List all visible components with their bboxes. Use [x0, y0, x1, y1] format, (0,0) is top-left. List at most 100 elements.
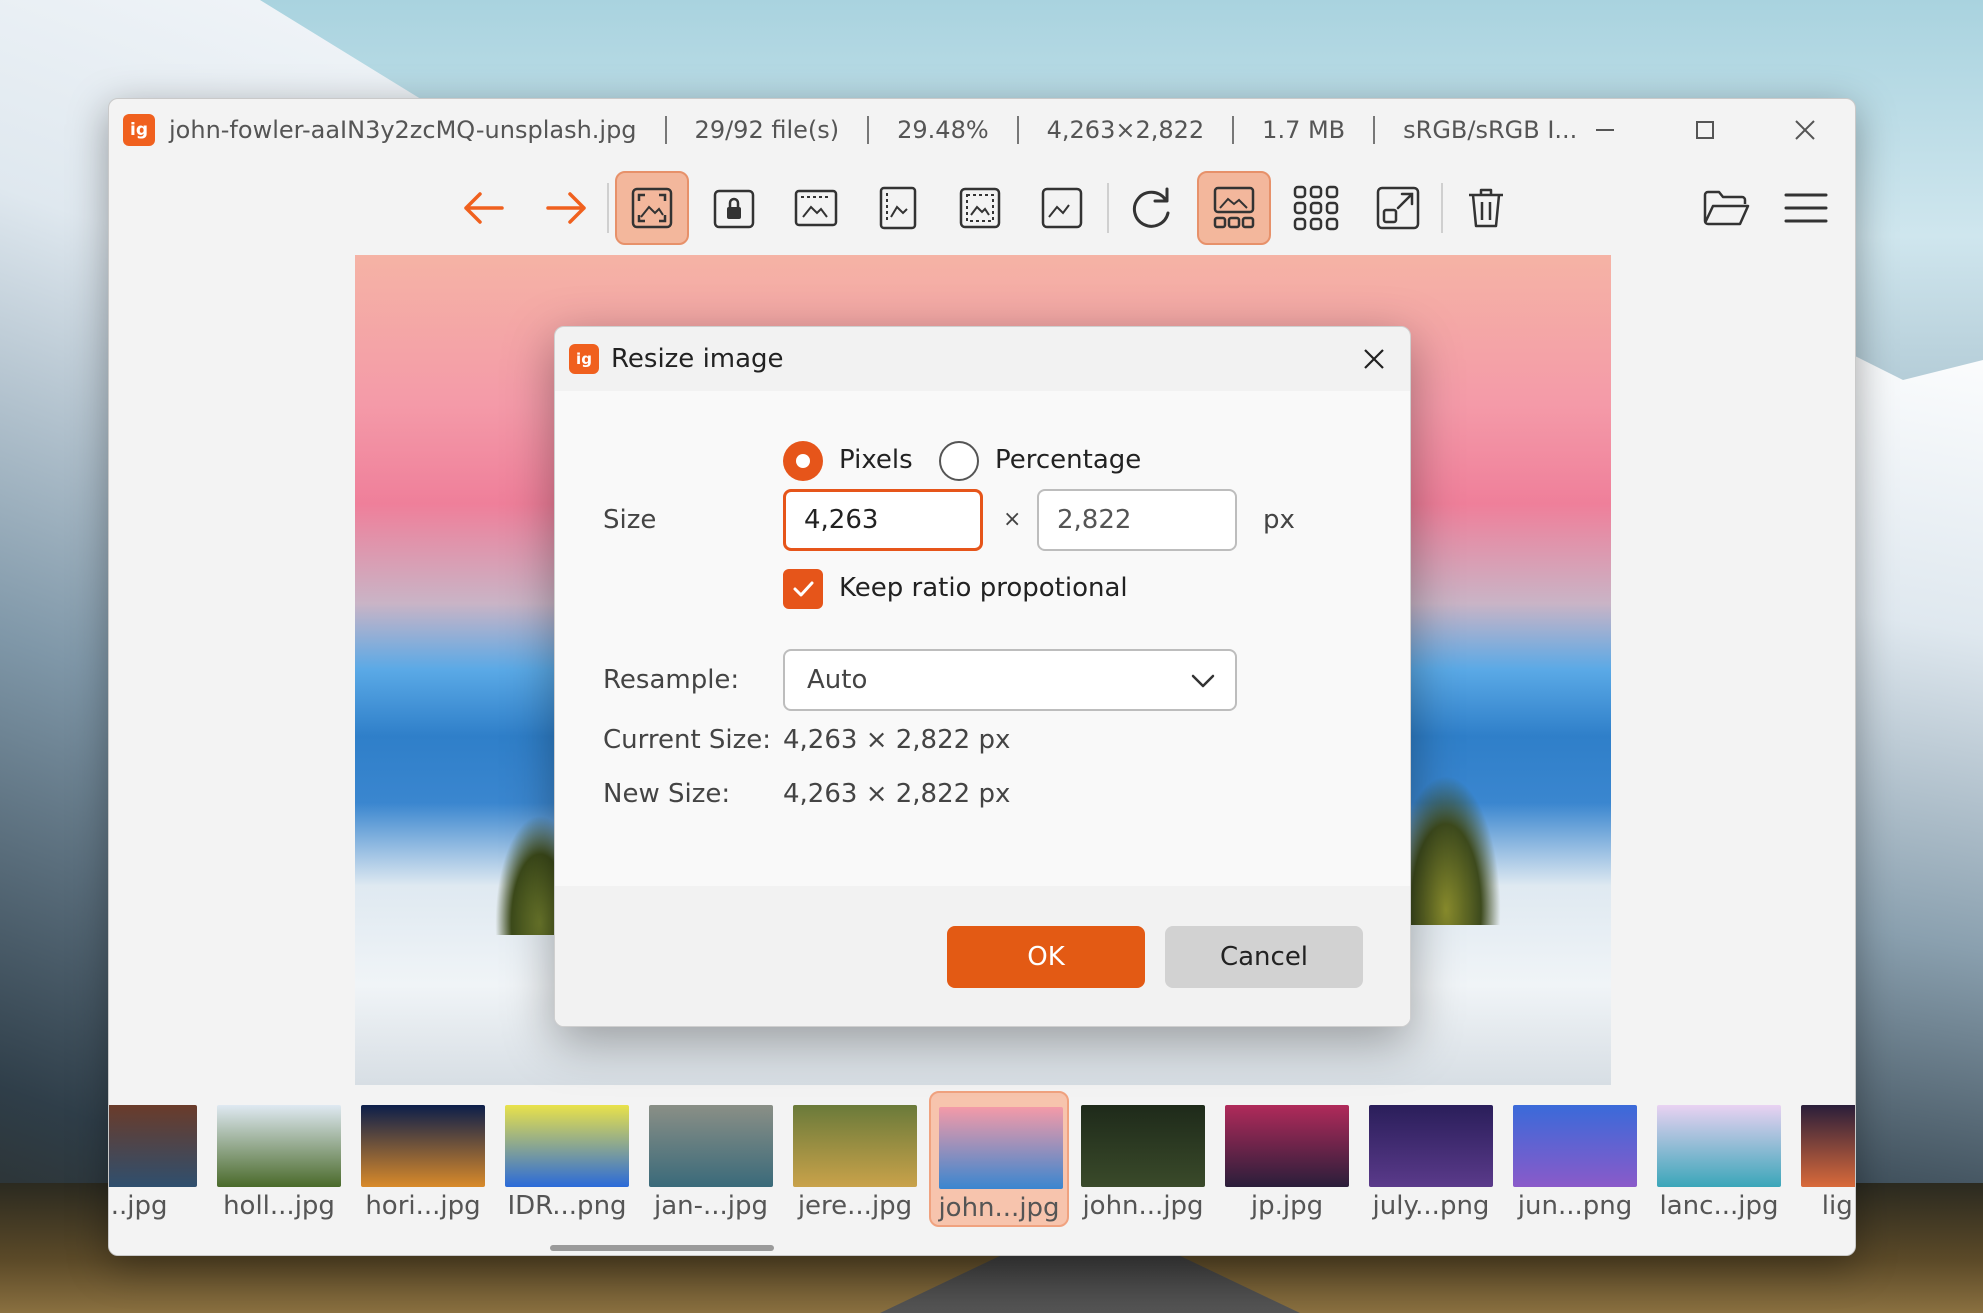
- previous-image-button[interactable]: [447, 171, 521, 245]
- main-menu-button[interactable]: [1769, 171, 1843, 245]
- scale-to-height-icon: [879, 186, 917, 230]
- percentage-radio[interactable]: [939, 441, 979, 481]
- close-icon: [1364, 349, 1384, 369]
- thumbnail-image: [1369, 1105, 1493, 1187]
- minimize-icon: [1596, 129, 1614, 131]
- actual-size-button[interactable]: [1025, 171, 1099, 245]
- lock-zoom-icon: [713, 189, 755, 229]
- file-size: 1.7 MB: [1262, 116, 1346, 144]
- delete-button[interactable]: [1449, 171, 1523, 245]
- thumbnail-image: [505, 1105, 629, 1187]
- open-external-button[interactable]: [1361, 171, 1435, 245]
- thumbnail-strip[interactable]: ...jpg holl...jpg hori...jpg IDR...png jan-.…: [108, 1085, 1855, 1255]
- thumbnail-image: [1513, 1105, 1637, 1187]
- unit-label: px: [1263, 505, 1295, 535]
- thumbnail-label: hori...jpg: [365, 1191, 481, 1221]
- title-separator: [867, 116, 870, 144]
- thumbnail-image: [793, 1105, 917, 1187]
- maximize-button[interactable]: [1655, 99, 1755, 161]
- thumbnail-item[interactable]: holl...jpg: [209, 1091, 349, 1227]
- toolbar: [109, 161, 1855, 253]
- delete-icon: [1469, 188, 1503, 228]
- scale-to-fit-icon: [959, 187, 1001, 229]
- scale-to-width-icon: [794, 189, 838, 227]
- refresh-icon: [1132, 187, 1170, 228]
- thumbnail-item[interactable]: july...png: [1361, 1091, 1501, 1227]
- thumbnail-item[interactable]: ...jpg: [108, 1091, 205, 1227]
- close-window-button[interactable]: [1755, 99, 1855, 161]
- thumbnail-item[interactable]: john...jpg: [1073, 1091, 1213, 1227]
- thumbnail-label: IDR...png: [507, 1191, 627, 1221]
- checkmark-icon: [793, 581, 814, 597]
- thumbnail-label: jere...jpg: [797, 1191, 913, 1221]
- thumbnail-item[interactable]: john...jpg: [929, 1091, 1069, 1227]
- percentage-radio-label[interactable]: Percentage: [995, 445, 1141, 475]
- arrow-left-icon: [464, 192, 504, 224]
- open-folder-icon: [1703, 190, 1750, 226]
- thumbnail-item[interactable]: jp.jpg: [1217, 1091, 1357, 1227]
- dialog-footer: OK Cancel: [555, 886, 1410, 1026]
- open-folder-button[interactable]: [1689, 171, 1763, 245]
- cancel-button[interactable]: Cancel: [1165, 926, 1363, 988]
- app-logo-icon: ig: [569, 344, 599, 374]
- thumbnail-item[interactable]: light...: [1793, 1091, 1855, 1227]
- new-size-value: 4,263 × 2,822 px: [783, 779, 1011, 809]
- scale-to-width-button[interactable]: [779, 171, 853, 245]
- thumbnail-label: jp.jpg: [1250, 1191, 1324, 1221]
- thumbnail-item[interactable]: jere...jpg: [785, 1091, 925, 1227]
- thumbnail-label: jun...png: [1517, 1191, 1633, 1221]
- ok-button[interactable]: OK: [947, 926, 1145, 988]
- resize-image-dialog: ig Resize image Pixels Percentage Size ×…: [554, 326, 1411, 1027]
- thumbnail-item[interactable]: IDR...png: [497, 1091, 637, 1227]
- keep-ratio-checkbox[interactable]: [783, 569, 823, 609]
- close-icon: [1795, 120, 1815, 140]
- keep-ratio-label[interactable]: Keep ratio propotional: [839, 573, 1128, 603]
- thumbnail-grid-button[interactable]: [1279, 171, 1353, 245]
- thumbnail-image: [649, 1105, 773, 1187]
- pixels-radio-label[interactable]: Pixels: [839, 445, 913, 475]
- actual-size-icon: [1041, 187, 1083, 229]
- scale-to-height-button[interactable]: [861, 171, 935, 245]
- resample-select[interactable]: Auto: [783, 649, 1237, 711]
- minimize-button[interactable]: [1555, 99, 1655, 161]
- current-size-value: 4,263 × 2,822 px: [783, 725, 1011, 755]
- file-count: 29/92 file(s): [694, 116, 840, 144]
- gallery-button[interactable]: [1197, 171, 1271, 245]
- arrow-right-icon: [546, 192, 586, 224]
- lock-zoom-button[interactable]: [697, 171, 771, 245]
- title-separator: [664, 116, 667, 144]
- refresh-button[interactable]: [1113, 171, 1187, 245]
- dialog-title: Resize image: [611, 344, 784, 374]
- pixels-radio[interactable]: [783, 441, 823, 481]
- times-symbol: ×: [1003, 507, 1022, 532]
- thumbnail-item[interactable]: hori...jpg: [353, 1091, 493, 1227]
- thumbnail-label: holl...jpg: [223, 1191, 335, 1221]
- image-dimensions: 4,263×2,822: [1046, 116, 1205, 144]
- thumbnail-image: [361, 1105, 485, 1187]
- width-input[interactable]: [783, 489, 983, 551]
- thumbnail-image: [1657, 1105, 1781, 1187]
- thumbnail-item[interactable]: lanc...jpg: [1649, 1091, 1789, 1227]
- next-image-button[interactable]: [529, 171, 603, 245]
- dialog-close-button[interactable]: [1352, 337, 1396, 381]
- thumbnail-label: lanc...jpg: [1659, 1191, 1779, 1221]
- thumbnail-scrollbar[interactable]: [550, 1245, 774, 1251]
- auto-zoom-button[interactable]: [615, 171, 689, 245]
- title-separator: [1373, 116, 1376, 144]
- thumbnail-item[interactable]: jan-...jpg: [641, 1091, 781, 1227]
- current-size-label: Current Size:: [603, 725, 772, 755]
- title-separator: [1232, 116, 1235, 144]
- toolbar-separator: [607, 183, 609, 233]
- color-profile: sRGB/sRGB I...: [1403, 116, 1578, 144]
- thumbnail-image: [1225, 1105, 1349, 1187]
- thumbnail-item[interactable]: jun...png: [1505, 1091, 1645, 1227]
- height-input[interactable]: [1037, 489, 1237, 551]
- zoom-level: 29.48%: [897, 116, 989, 144]
- dialog-title-bar: ig Resize image: [555, 327, 1410, 391]
- file-name: john-fowler-aaIN3y2zcMQ-unsplash.jpg: [169, 116, 637, 144]
- thumbnail-label: ...jpg: [108, 1191, 168, 1221]
- thumbnail-label: john...jpg: [1082, 1191, 1204, 1221]
- scale-to-fit-button[interactable]: [943, 171, 1017, 245]
- thumbnail-image: [1801, 1105, 1855, 1187]
- toolbar-separator: [1107, 183, 1109, 233]
